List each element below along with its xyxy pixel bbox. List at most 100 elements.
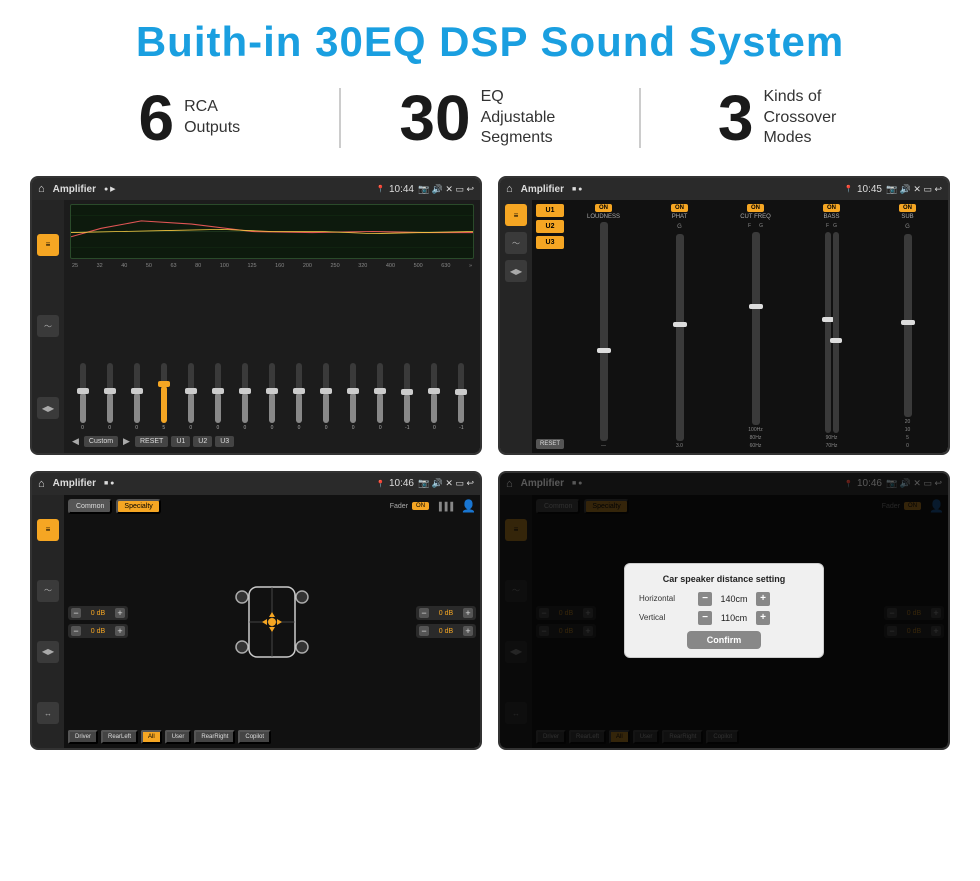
- xover-u3-btn[interactable]: U3: [536, 236, 564, 249]
- stats-row: 6 RCA Outputs 30 EQ Adjustable Segments …: [0, 76, 980, 168]
- eq-slider-4[interactable]: 0: [178, 363, 203, 431]
- fr-plus[interactable]: +: [463, 608, 473, 618]
- rl-minus[interactable]: −: [71, 626, 81, 636]
- eq-u1-btn[interactable]: U1: [171, 436, 190, 447]
- cutfreq-on[interactable]: ON: [747, 204, 764, 212]
- eq-slider-12[interactable]: -1: [395, 363, 420, 431]
- xover-sidebar-vol[interactable]: ◀▶: [505, 260, 527, 282]
- vol-row-fl: − 0 dB +: [68, 606, 128, 620]
- screen-crossover: ⌂ Amplifier ■ ● 📍 10:45 📷 🔊 ✕ ▭ ↩ ≡ 〜 ◀▶…: [498, 176, 950, 455]
- eq-slider-5[interactable]: 0: [205, 363, 230, 431]
- fr-minus[interactable]: −: [419, 608, 429, 618]
- screen2-title: Amplifier: [521, 184, 564, 195]
- bass-slider-g[interactable]: [833, 232, 839, 433]
- screen-fader: ⌂ Amplifier ■ ● 📍 10:46 📷 🔊 ✕ ▭ ↩ ≡ 〜 ◀▶…: [30, 471, 482, 750]
- phat-slider[interactable]: [676, 234, 684, 441]
- eq-slider-8[interactable]: 0: [287, 363, 312, 431]
- home-icon-2: ⌂: [506, 183, 513, 195]
- xover-channels: ON LOUDNESS — ON PHAT G: [567, 204, 944, 449]
- rr-plus[interactable]: +: [463, 626, 473, 636]
- stat-eq-number: 30: [399, 86, 470, 150]
- xover-reset-btn[interactable]: RESET: [536, 439, 564, 449]
- eq-slider-6[interactable]: 0: [232, 363, 257, 431]
- fader-on-toggle[interactable]: ON: [412, 502, 429, 510]
- horizontal-minus-btn[interactable]: −: [698, 592, 712, 606]
- tab-common[interactable]: Common: [68, 499, 112, 514]
- eq-reset-btn[interactable]: RESET: [135, 436, 168, 447]
- fader-bottom-buttons: Driver RearLeft All User RearRight Copil…: [68, 730, 476, 744]
- fr-val: 0 dB: [431, 610, 461, 617]
- horizontal-plus-btn[interactable]: +: [756, 592, 770, 606]
- status-bar-3: ⌂ Amplifier ■ ● 📍 10:46 📷 🔊 ✕ ▭ ↩: [32, 473, 480, 495]
- btn-user[interactable]: User: [165, 730, 192, 744]
- eq-next-btn[interactable]: ▶: [121, 436, 132, 447]
- dialog-title: Car speaker distance setting: [639, 574, 809, 584]
- dialog-confirm-area: Confirm: [639, 631, 809, 649]
- btn-rearright[interactable]: RearRight: [194, 730, 235, 744]
- fader-tab-bar: Common Specialty Fader ON ▐▐▐ 👤: [68, 499, 476, 514]
- eq-slider-0[interactable]: 0: [70, 363, 95, 431]
- fader-label: Fader: [390, 503, 408, 510]
- bass-slider-f[interactable]: [825, 232, 831, 433]
- btn-rearleft[interactable]: RearLeft: [101, 730, 138, 744]
- sidebar-vol[interactable]: ◀▶: [37, 397, 59, 419]
- confirm-button[interactable]: Confirm: [687, 631, 762, 649]
- fader-sidebar-wave[interactable]: 〜: [37, 580, 59, 602]
- xover-sidebar-wave[interactable]: 〜: [505, 232, 527, 254]
- distance-dialog: Car speaker distance setting Horizontal …: [624, 563, 824, 658]
- loudness-on[interactable]: ON: [595, 204, 612, 212]
- fader-sidebar-vol[interactable]: ◀▶: [37, 641, 59, 663]
- vertical-plus-btn[interactable]: +: [756, 611, 770, 625]
- fl-plus[interactable]: +: [115, 608, 125, 618]
- eq-slider-1[interactable]: 0: [97, 363, 122, 431]
- channel-bass: ON BASS FG 90Hz: [795, 204, 868, 449]
- stat-eq: 30 EQ Adjustable Segments: [361, 86, 620, 150]
- fader-sidebar-eq[interactable]: ≡: [37, 519, 59, 541]
- tab-specialty[interactable]: Specialty: [116, 499, 160, 514]
- sub-on[interactable]: ON: [899, 204, 916, 212]
- screen3-title: Amplifier: [53, 478, 96, 489]
- stat-crossover-label: Kinds of Crossover Modes: [763, 87, 863, 149]
- btn-all[interactable]: All: [141, 730, 162, 744]
- stat-crossover-number: 3: [718, 86, 754, 150]
- loudness-slider[interactable]: [600, 222, 608, 441]
- rl-plus[interactable]: +: [115, 626, 125, 636]
- eq-slider-3[interactable]: 5: [151, 363, 176, 431]
- sidebar-eq-active[interactable]: ≡: [37, 234, 59, 256]
- vol-row-rr: − 0 dB +: [416, 624, 476, 638]
- eq-slider-11[interactable]: 0: [368, 363, 393, 431]
- sub-slider[interactable]: [904, 234, 912, 417]
- eq-slider-2[interactable]: 0: [124, 363, 149, 431]
- xover-sidebar-eq[interactable]: ≡: [505, 204, 527, 226]
- sidebar-wave[interactable]: 〜: [37, 315, 59, 337]
- eq-u3-btn[interactable]: U3: [215, 436, 234, 447]
- eq-slider-9[interactable]: 0: [314, 363, 339, 431]
- xover-u1-btn[interactable]: U1: [536, 204, 564, 217]
- fl-minus[interactable]: −: [71, 608, 81, 618]
- eq-sliders: 0 0 0 5: [70, 272, 474, 433]
- phat-on[interactable]: ON: [671, 204, 688, 212]
- sub-label: SUB: [901, 214, 913, 220]
- freq-labels: 25 32 40 50 63 80 100 125 160 200 250 32…: [70, 263, 474, 269]
- right-vol-col: − 0 dB + − 0 dB +: [416, 518, 476, 727]
- eq-custom-btn[interactable]: Custom: [84, 436, 118, 447]
- vol-row-fr: − 0 dB +: [416, 606, 476, 620]
- eq-left-sidebar: ≡ 〜 ◀▶: [32, 200, 64, 453]
- eq-slider-13[interactable]: 0: [422, 363, 447, 431]
- rl-val: 0 dB: [83, 628, 113, 635]
- btn-driver[interactable]: Driver: [68, 730, 98, 744]
- btn-copilot[interactable]: Copilot: [238, 730, 271, 744]
- fader-left-sidebar: ≡ 〜 ◀▶ ↔: [32, 495, 64, 748]
- eq-u2-btn[interactable]: U2: [193, 436, 212, 447]
- bass-on[interactable]: ON: [823, 204, 840, 212]
- eq-prev-btn[interactable]: ◀: [70, 436, 81, 447]
- vertical-minus-btn[interactable]: −: [698, 611, 712, 625]
- eq-slider-7[interactable]: 0: [259, 363, 284, 431]
- eq-slider-10[interactable]: 0: [341, 363, 366, 431]
- eq-slider-14[interactable]: -1: [449, 363, 474, 431]
- screens-grid: ⌂ Amplifier ● ▶ 📍 10:44 📷 🔊 ✕ ▭ ↩ ≡ 〜 ◀▶: [0, 168, 980, 770]
- cutfreq-slider[interactable]: [752, 232, 760, 425]
- rr-minus[interactable]: −: [419, 626, 429, 636]
- xover-u2-btn[interactable]: U2: [536, 220, 564, 233]
- fader-sidebar-speaker[interactable]: ↔: [37, 702, 59, 724]
